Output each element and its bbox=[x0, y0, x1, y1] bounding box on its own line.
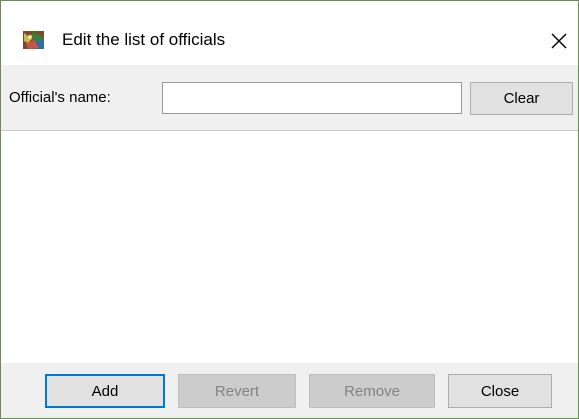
officials-name-label: Official's name: bbox=[9, 89, 111, 106]
officials-name-input[interactable] bbox=[162, 82, 462, 114]
remove-button[interactable]: Remove bbox=[309, 374, 435, 408]
revert-button[interactable]: Revert bbox=[178, 374, 296, 408]
title-bar[interactable]: Edit the list of officials bbox=[1, 1, 578, 65]
close-icon[interactable] bbox=[541, 23, 577, 59]
name-toolbar: Official's name: Clear bbox=[1, 65, 578, 130]
officials-app-icon bbox=[22, 29, 46, 51]
window-title: Edit the list of officials bbox=[62, 30, 226, 49]
add-button[interactable]: Add bbox=[45, 374, 165, 408]
officials-list[interactable] bbox=[1, 130, 578, 364]
clear-button[interactable]: Clear bbox=[470, 82, 573, 115]
dialog-window: Edit the list of officials Official's na… bbox=[0, 0, 579, 419]
button-bar: Add Revert Remove Close bbox=[1, 363, 578, 418]
close-button[interactable]: Close bbox=[448, 374, 552, 408]
